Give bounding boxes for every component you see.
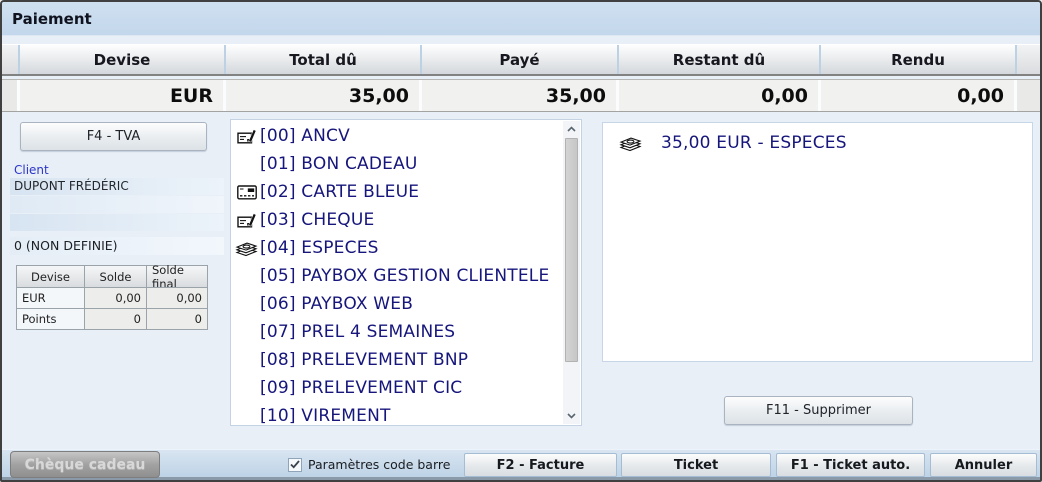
bottom-action-bar: Chèque cadeau Paramètres code barre F2 -… xyxy=(2,449,1040,480)
cell-paye: 35,00 xyxy=(422,80,619,111)
cell-restant-du: 0,00 xyxy=(619,80,821,111)
payment-method-item[interactable]: [00] ANCV xyxy=(233,122,562,150)
balance-value-cell: 0,00 xyxy=(147,287,207,308)
payment-method-item[interactable]: [04] ESPECES xyxy=(233,234,562,262)
cash-icon xyxy=(615,134,661,153)
summary-selector-header xyxy=(2,45,20,74)
window-title: Paiement xyxy=(2,2,1040,36)
client-name: DUPONT FRÉDÉRIC xyxy=(10,178,224,195)
scroll-up-icon[interactable] xyxy=(563,121,580,137)
row-trailing-cell xyxy=(1017,80,1040,111)
payment-method-item[interactable]: [10] VIREMENT xyxy=(233,402,562,426)
delete-payment-button[interactable]: F11 - Supprimer xyxy=(724,396,913,425)
payment-method-item[interactable]: [06] PAYBOX WEB xyxy=(233,290,562,318)
payment-item-label: [03] CHEQUE xyxy=(260,210,375,230)
main-content: F4 - TVA Client DUPONT FRÉDÉRIC 0 (NON D… xyxy=(2,112,1040,450)
balance-table-header: Devise Solde Solde final xyxy=(17,263,207,291)
cash-icon xyxy=(233,239,260,258)
client-info-row xyxy=(10,196,224,213)
client-label: Client xyxy=(14,163,49,177)
payment-item-label: [05] PAYBOX GESTION CLIENTELE xyxy=(260,266,550,286)
payment-item-label: [08] PRELEVEMENT BNP xyxy=(260,350,469,370)
summary-header-trailing xyxy=(1017,45,1040,74)
scroll-down-icon[interactable] xyxy=(563,408,580,424)
column-header-devise: Devise xyxy=(20,45,226,74)
payment-item-label: 35,00 EUR - ESPECES xyxy=(661,133,847,153)
cell-devise: EUR xyxy=(20,80,226,111)
payment-item-label: [00] ANCV xyxy=(260,126,350,146)
gift-cheque-button[interactable]: Chèque cadeau xyxy=(10,451,160,478)
column-header-paye: Payé xyxy=(422,45,619,74)
cheque-icon xyxy=(233,128,260,145)
invoice-button[interactable]: F2 - Facture xyxy=(464,453,617,477)
summary-data-row: EUR 35,00 35,00 0,00 0,00 xyxy=(2,79,1040,112)
tva-button[interactable]: F4 - TVA xyxy=(20,122,207,151)
payment-method-item[interactable]: [01] BON CADEAU xyxy=(233,150,562,178)
client-info-rows: DUPONT FRÉDÉRIC xyxy=(10,178,224,231)
payment-summary-table: Devise Total dû Payé Restant dû Rendu EU… xyxy=(2,44,1040,112)
column-header-restant-du: Restant dû xyxy=(619,45,821,74)
payment-item-label: [02] CARTE BLEUE xyxy=(260,182,420,202)
payment-item-label: [07] PREL 4 SEMAINES xyxy=(260,322,456,342)
balance-column-header: Solde xyxy=(85,266,147,287)
selected-payment-entry[interactable]: 35,00 EUR - ESPECES xyxy=(603,123,1032,153)
barcode-settings-checkbox[interactable] xyxy=(288,457,302,472)
cell-total-du: 35,00 xyxy=(226,80,422,111)
balance-value-cell: 0 xyxy=(85,308,147,329)
scrollbar-thumb[interactable] xyxy=(565,138,578,362)
balance-column-header: Solde final xyxy=(147,263,207,291)
balance-row-label: Points xyxy=(17,308,85,329)
payment-item-label: [04] ESPECES xyxy=(260,238,379,258)
payment-item-label: [01] BON CADEAU xyxy=(260,154,418,174)
list-scrollbar[interactable] xyxy=(563,121,580,424)
summary-header-row: Devise Total dû Payé Restant dû Rendu xyxy=(2,44,1040,76)
payment-item-label: [09] PRELEVEMENT CIC xyxy=(260,378,463,398)
balance-table: Devise Solde Solde final EUR 0,00 0,00 Points 0… xyxy=(16,263,208,330)
payment-method-rows: [00] ANCV [01] BON CADEAU [02] CARTE BLEUE… xyxy=(233,122,562,426)
column-header-total-du: Total dû xyxy=(226,45,422,74)
selected-payments-panel[interactable]: 35,00 EUR - ESPECES xyxy=(602,122,1033,362)
client-info-row xyxy=(10,214,224,231)
ticket-button[interactable]: Ticket xyxy=(621,453,771,477)
client-panel: F4 - TVA Client DUPONT FRÉDÉRIC 0 (NON D… xyxy=(10,122,224,330)
balance-column-header: Devise xyxy=(17,266,85,287)
client-note: 0 (NON DEFINIE) xyxy=(10,237,224,255)
cheque-icon xyxy=(233,212,260,229)
column-header-rendu: Rendu xyxy=(821,45,1017,74)
balance-value-cell: 0 xyxy=(147,308,207,329)
cancel-button[interactable]: Annuler xyxy=(930,453,1037,477)
payment-item-label: [10] VIREMENT xyxy=(260,406,391,426)
payment-method-item[interactable]: [07] PREL 4 SEMAINES xyxy=(233,318,562,346)
payment-method-item[interactable]: [05] PAYBOX GESTION CLIENTELE xyxy=(233,262,562,290)
balance-row-label: EUR xyxy=(17,287,85,308)
balance-value-cell: 0,00 xyxy=(85,287,147,308)
balance-table-row: Points 0 0 xyxy=(17,308,207,329)
card-icon xyxy=(233,184,260,200)
balance-table-row: EUR 0,00 0,00 xyxy=(17,287,207,308)
payment-methods-list[interactable]: [00] ANCV [01] BON CADEAU [02] CARTE BLEUE… xyxy=(230,119,582,426)
payment-item-label: [06] PAYBOX WEB xyxy=(260,294,414,314)
payment-method-item[interactable]: [03] CHEQUE xyxy=(233,206,562,234)
cell-rendu: 0,00 xyxy=(821,80,1017,111)
payment-method-item[interactable]: [08] PRELEVEMENT BNP xyxy=(233,346,562,374)
barcode-settings-label: Paramètres code barre xyxy=(308,457,451,472)
payment-method-item[interactable]: [09] PRELEVEMENT CIC xyxy=(233,374,562,402)
auto-ticket-button[interactable]: F1 - Ticket auto. xyxy=(776,453,925,477)
payment-window: Paiement Devise Total dû Payé Restant dû… xyxy=(0,0,1042,482)
row-selector-cell xyxy=(2,80,20,111)
payment-method-item[interactable]: [02] CARTE BLEUE xyxy=(233,178,562,206)
